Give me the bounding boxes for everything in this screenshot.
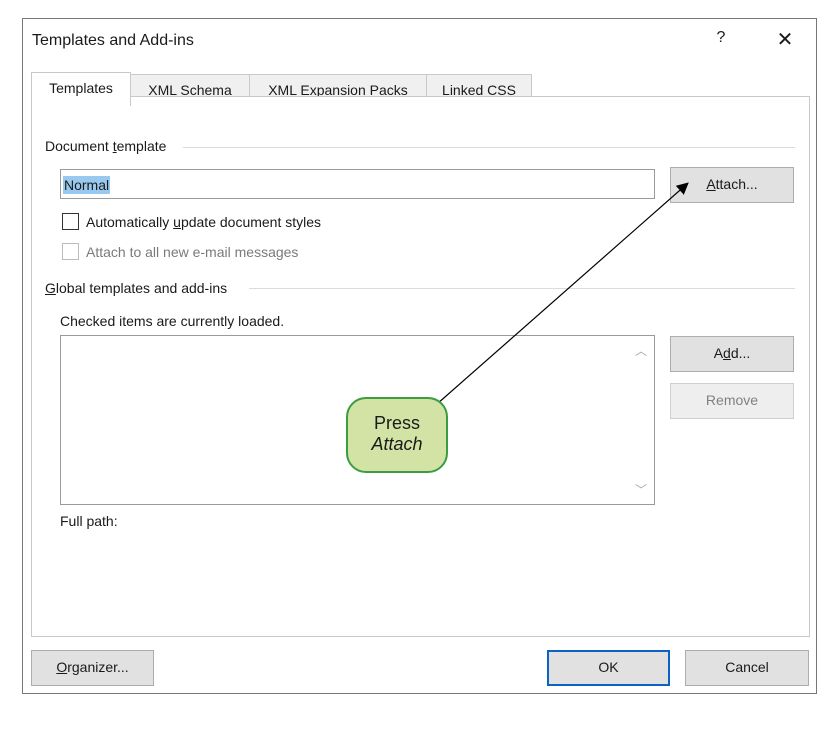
callout-arrow xyxy=(436,182,689,405)
press-attach-callout: Press Attach xyxy=(346,397,448,473)
templates-dialog: Templates and Add-ins ? ✕ Templates XML … xyxy=(22,18,817,694)
callout-line-1: Press xyxy=(373,413,420,433)
callout-line-2: Attach xyxy=(371,434,423,454)
